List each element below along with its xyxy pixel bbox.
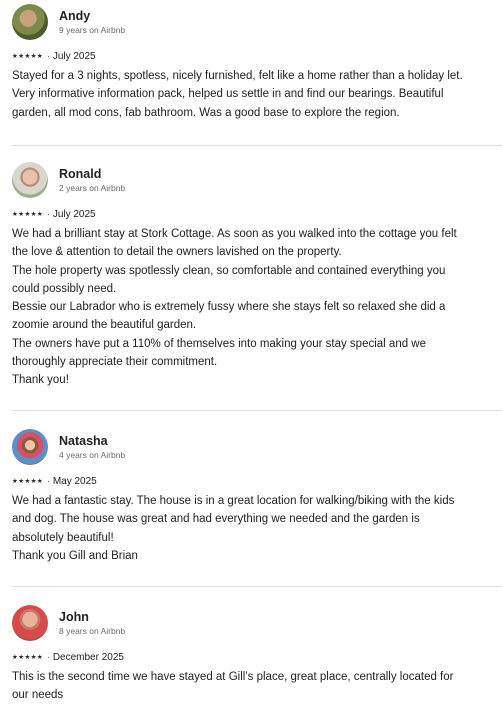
review-card: Andy 9 years on Airbnb ★★★★★ · July 2025… bbox=[12, 3, 490, 122]
review-card: John 8 years on Airbnb ★★★★★ · December … bbox=[12, 604, 490, 705]
divider bbox=[12, 586, 502, 587]
reviewer-tenure: 9 years on Airbnb bbox=[59, 25, 126, 35]
reviewer-info: Andy 9 years on Airbnb bbox=[59, 8, 125, 36]
star-rating-icon: ★★★★★ bbox=[12, 654, 44, 661]
review-header: Andy 9 years on Airbnb bbox=[12, 3, 490, 41]
reviewer-info: Ronald 2 years on Airbnb bbox=[59, 166, 125, 194]
review-date: December 2025 bbox=[52, 651, 124, 663]
star-rating-icon: ★★★★★ bbox=[12, 478, 44, 485]
meta-separator: · bbox=[47, 209, 50, 219]
avatar[interactable] bbox=[12, 605, 48, 641]
meta-separator: · bbox=[47, 476, 50, 486]
review-date: May 2025 bbox=[52, 475, 97, 487]
reviewer-name[interactable]: Ronald bbox=[59, 166, 125, 182]
review-meta: ★★★★★ · May 2025 bbox=[12, 474, 490, 488]
reviewer-name[interactable]: Andy bbox=[59, 8, 125, 24]
reviewer-tenure: 2 years on Airbnb bbox=[59, 183, 126, 193]
review-header: Natasha 4 years on Airbnb bbox=[12, 428, 490, 466]
reviewer-info: John 8 years on Airbnb bbox=[59, 609, 125, 637]
review-meta: ★★★★★ · July 2025 bbox=[12, 207, 490, 221]
reviewer-info: Natasha 4 years on Airbnb bbox=[59, 433, 125, 461]
reviewer-tenure: 4 years on Airbnb bbox=[59, 450, 126, 460]
avatar[interactable] bbox=[12, 429, 48, 465]
review-header: John 8 years on Airbnb bbox=[12, 604, 490, 642]
review-text: Stayed for a 3 nights, spotless, nicely … bbox=[12, 70, 463, 119]
meta-separator: · bbox=[47, 51, 50, 61]
review-date: July 2025 bbox=[52, 50, 96, 62]
reviewer-name[interactable]: Natasha bbox=[59, 433, 125, 449]
avatar[interactable] bbox=[12, 4, 48, 40]
divider bbox=[12, 410, 502, 411]
reviewer-tenure: 8 years on Airbnb bbox=[59, 626, 126, 636]
review-card: Natasha 4 years on Airbnb ★★★★★ · May 20… bbox=[12, 428, 490, 565]
star-rating-icon: ★★★★★ bbox=[12, 53, 44, 60]
review-date: July 2025 bbox=[52, 208, 96, 220]
review-header: Ronald 2 years on Airbnb bbox=[12, 161, 490, 199]
review-text: We had a brilliant stay at Stork Cottage… bbox=[12, 228, 457, 387]
meta-separator: · bbox=[47, 652, 50, 662]
review-meta: ★★★★★ · July 2025 bbox=[12, 49, 490, 63]
star-rating-icon: ★★★★★ bbox=[12, 211, 44, 218]
avatar[interactable] bbox=[12, 162, 48, 198]
review-card: Ronald 2 years on Airbnb ★★★★★ · July 20… bbox=[12, 161, 490, 390]
divider bbox=[12, 145, 502, 146]
review-text: We had a fantastic stay. The house is in… bbox=[12, 495, 455, 562]
review-text: This is the second time we have stayed a… bbox=[12, 671, 454, 702]
reviewer-name[interactable]: John bbox=[59, 609, 125, 625]
review-meta: ★★★★★ · December 2025 bbox=[12, 650, 490, 664]
